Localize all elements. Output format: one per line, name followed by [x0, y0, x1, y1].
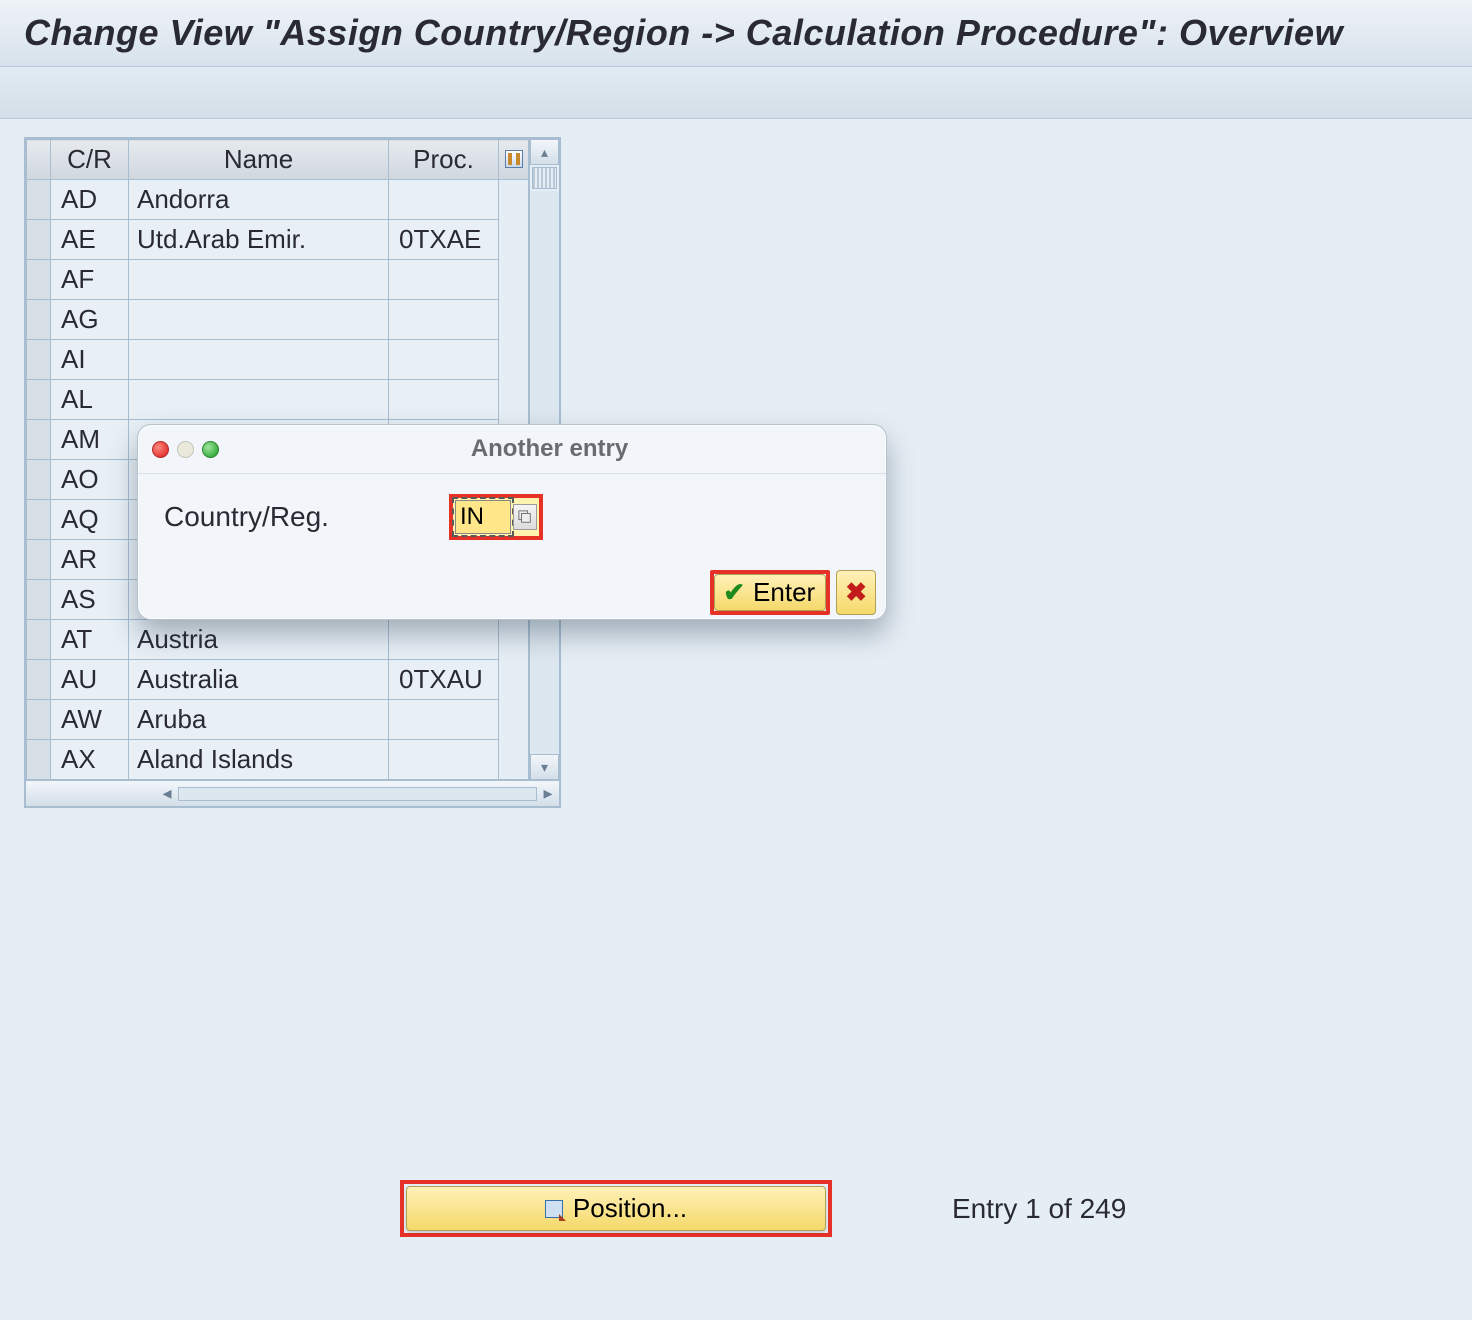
- cell-cr[interactable]: AQ: [51, 500, 129, 540]
- enter-button[interactable]: ✔ Enter: [714, 574, 826, 611]
- row-selector[interactable]: [27, 500, 51, 540]
- table-row[interactable]: AXAland Islands: [27, 740, 529, 780]
- cell-name[interactable]: Andorra: [129, 180, 389, 220]
- entry-status: Entry 1 of 249: [952, 1193, 1126, 1225]
- toolbar: [0, 67, 1472, 119]
- cell-name[interactable]: [129, 260, 389, 300]
- cell-proc[interactable]: [389, 180, 499, 220]
- cell-cr[interactable]: AX: [51, 740, 129, 780]
- scroll-left-icon[interactable]: ◂: [156, 783, 178, 804]
- horizontal-scrollbar[interactable]: ◂ ▸: [26, 780, 559, 806]
- row-selector[interactable]: [27, 580, 51, 620]
- cell-name[interactable]: Austria: [129, 620, 389, 660]
- table-row[interactable]: AUAustralia0TXAU: [27, 660, 529, 700]
- col-cr[interactable]: C/R: [51, 140, 129, 180]
- row-selector[interactable]: [27, 300, 51, 340]
- cell-name[interactable]: [129, 380, 389, 420]
- row-selector[interactable]: [27, 700, 51, 740]
- cell-name[interactable]: [129, 300, 389, 340]
- value-help-button[interactable]: [513, 504, 537, 530]
- row-selector[interactable]: [27, 180, 51, 220]
- cell-cr[interactable]: AS: [51, 580, 129, 620]
- cell-cr[interactable]: AG: [51, 300, 129, 340]
- table-row[interactable]: AI: [27, 340, 529, 380]
- table-config-icon: [505, 150, 523, 168]
- cell-proc[interactable]: [389, 740, 499, 780]
- check-icon: ✔: [723, 577, 745, 608]
- cancel-icon: ✖: [845, 577, 867, 607]
- window-zoom-icon[interactable]: [202, 441, 219, 458]
- row-selector[interactable]: [27, 340, 51, 380]
- cancel-button[interactable]: ✖: [836, 570, 876, 615]
- table-row[interactable]: AEUtd.Arab Emir.0TXAE: [27, 220, 529, 260]
- another-entry-dialog: Another entry Country/Reg. ✔ Enter ✖: [137, 424, 887, 620]
- cell-cr[interactable]: AU: [51, 660, 129, 700]
- table-row[interactable]: AWAruba: [27, 700, 529, 740]
- dialog-title: Another entry: [227, 435, 872, 463]
- table-row[interactable]: AL: [27, 380, 529, 420]
- cell-proc[interactable]: [389, 340, 499, 380]
- cell-name[interactable]: Utd.Arab Emir.: [129, 220, 389, 260]
- scroll-thumb[interactable]: [532, 167, 557, 189]
- cell-cr[interactable]: AW: [51, 700, 129, 740]
- cell-cr[interactable]: AF: [51, 260, 129, 300]
- row-selector[interactable]: [27, 420, 51, 460]
- table-row[interactable]: AF: [27, 260, 529, 300]
- row-selector[interactable]: [27, 660, 51, 700]
- col-proc[interactable]: Proc.: [389, 140, 499, 180]
- window-close-icon[interactable]: [152, 441, 169, 458]
- cell-name[interactable]: [129, 340, 389, 380]
- country-reg-label: Country/Reg.: [164, 501, 329, 533]
- cell-proc[interactable]: [389, 700, 499, 740]
- row-selector[interactable]: [27, 260, 51, 300]
- value-help-icon: [518, 510, 532, 524]
- row-selector[interactable]: [27, 220, 51, 260]
- cell-proc[interactable]: [389, 380, 499, 420]
- row-selector[interactable]: [27, 620, 51, 660]
- cell-proc[interactable]: [389, 620, 499, 660]
- enter-button-label: Enter: [753, 577, 815, 608]
- table-row[interactable]: ADAndorra: [27, 180, 529, 220]
- table-row[interactable]: ATAustria: [27, 620, 529, 660]
- cell-proc[interactable]: [389, 300, 499, 340]
- window-minimize-icon: [177, 441, 194, 458]
- scroll-up-icon[interactable]: ▴: [530, 139, 559, 165]
- table-config-button[interactable]: [499, 140, 529, 180]
- row-selector[interactable]: [27, 740, 51, 780]
- col-name[interactable]: Name: [129, 140, 389, 180]
- position-icon: [545, 1200, 563, 1218]
- col-select[interactable]: [27, 140, 51, 180]
- row-selector[interactable]: [27, 460, 51, 500]
- cell-cr[interactable]: AE: [51, 220, 129, 260]
- cell-cr[interactable]: AT: [51, 620, 129, 660]
- cell-name[interactable]: Australia: [129, 660, 389, 700]
- position-button[interactable]: Position...: [406, 1186, 826, 1231]
- page-title: Change View "Assign Country/Region -> Ca…: [0, 0, 1472, 67]
- cell-name[interactable]: Aruba: [129, 700, 389, 740]
- cell-cr[interactable]: AD: [51, 180, 129, 220]
- table-row[interactable]: AG: [27, 300, 529, 340]
- position-button-label: Position...: [573, 1193, 687, 1224]
- cell-proc[interactable]: 0TXAE: [389, 220, 499, 260]
- cell-proc[interactable]: 0TXAU: [389, 660, 499, 700]
- cell-cr[interactable]: AI: [51, 340, 129, 380]
- cell-cr[interactable]: AR: [51, 540, 129, 580]
- cell-name[interactable]: Aland Islands: [129, 740, 389, 780]
- hscroll-track[interactable]: [178, 787, 537, 801]
- cell-cr[interactable]: AO: [51, 460, 129, 500]
- row-selector[interactable]: [27, 380, 51, 420]
- cell-cr[interactable]: AM: [51, 420, 129, 460]
- scroll-right-icon[interactable]: ▸: [537, 783, 559, 804]
- row-selector[interactable]: [27, 540, 51, 580]
- cell-cr[interactable]: AL: [51, 380, 129, 420]
- cell-proc[interactable]: [389, 260, 499, 300]
- country-reg-input[interactable]: [455, 500, 511, 534]
- scroll-down-icon[interactable]: ▾: [530, 754, 559, 780]
